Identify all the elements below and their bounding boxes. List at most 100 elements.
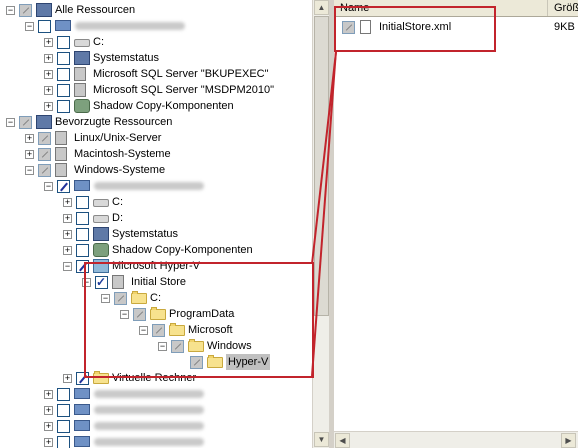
list-item-size: 9KB bbox=[554, 21, 575, 33]
scroll-left-button[interactable]: ◀ bbox=[335, 433, 350, 448]
scroll-thumb[interactable] bbox=[314, 16, 329, 316]
tree-node-checkbox[interactable] bbox=[76, 228, 89, 241]
scroll-down-button[interactable]: ▼ bbox=[314, 432, 329, 447]
tree-node-label[interactable]: Systemstatus bbox=[93, 50, 159, 66]
tree-node[interactable]: + bbox=[0, 402, 312, 418]
tree-node-checkbox[interactable] bbox=[19, 4, 32, 17]
expand-icon[interactable]: + bbox=[63, 230, 72, 239]
expand-icon[interactable]: + bbox=[63, 246, 72, 255]
tree-node-checkbox[interactable] bbox=[38, 132, 51, 145]
expand-icon[interactable]: + bbox=[44, 54, 53, 63]
tree-node-checkbox[interactable] bbox=[57, 180, 70, 193]
expand-icon[interactable]: + bbox=[44, 38, 53, 47]
tree-node[interactable]: + bbox=[0, 418, 312, 434]
tree-node-label[interactable]: Microsoft SQL Server "MSDPM2010" bbox=[93, 82, 274, 98]
tree-node-checkbox[interactable] bbox=[19, 116, 32, 129]
tree-node-checkbox[interactable] bbox=[76, 212, 89, 225]
expand-icon[interactable]: + bbox=[63, 374, 72, 383]
collapse-icon[interactable]: − bbox=[25, 22, 34, 31]
drive-icon bbox=[93, 199, 109, 207]
expand-icon[interactable]: + bbox=[63, 198, 72, 207]
collapse-icon[interactable]: − bbox=[6, 6, 15, 15]
tree-node[interactable]: + Shadow Copy-Komponenten bbox=[0, 242, 312, 258]
tree-node[interactable]: − Bevorzugte Ressourcen bbox=[0, 114, 312, 130]
tree-node-label[interactable]: C: bbox=[93, 34, 104, 50]
collapse-icon[interactable]: − bbox=[63, 262, 72, 271]
tree-node[interactable]: − bbox=[0, 18, 312, 34]
tree-node-label[interactable]: Windows-Systeme bbox=[74, 162, 165, 178]
tree-node[interactable]: + Macintosh-Systeme bbox=[0, 146, 312, 162]
computer-icon bbox=[74, 180, 90, 191]
tree-node-label[interactable]: C: bbox=[112, 194, 123, 210]
column-header-size[interactable]: Größe bbox=[548, 0, 578, 16]
tree-node-label[interactable]: Shadow Copy-Komponenten bbox=[93, 98, 234, 114]
tree-node[interactable]: + C: bbox=[0, 194, 312, 210]
tree-node-checkbox[interactable] bbox=[57, 84, 70, 97]
tree-node-label[interactable]: Shadow Copy-Komponenten bbox=[112, 242, 253, 258]
expand-icon[interactable]: + bbox=[25, 150, 34, 159]
tree-node-checkbox[interactable] bbox=[57, 52, 70, 65]
expand-icon[interactable]: + bbox=[44, 102, 53, 111]
redacted-label bbox=[94, 422, 204, 430]
highlight-box-file bbox=[334, 6, 496, 52]
expand-icon[interactable]: + bbox=[44, 438, 53, 447]
tree-node[interactable]: + Systemstatus bbox=[0, 50, 312, 66]
drive-icon bbox=[93, 215, 109, 223]
expand-icon[interactable]: + bbox=[63, 214, 72, 223]
tree-node[interactable]: + bbox=[0, 386, 312, 402]
tree-node[interactable]: + D: bbox=[0, 210, 312, 226]
tree-node[interactable]: − Alle Ressourcen bbox=[0, 2, 312, 18]
tree-node-label[interactable]: Microsoft SQL Server "BKUPEXEC" bbox=[93, 66, 269, 82]
tree-node-checkbox[interactable] bbox=[38, 164, 51, 177]
expand-icon[interactable]: + bbox=[44, 70, 53, 79]
tree-node-label[interactable]: D: bbox=[112, 210, 123, 226]
expand-icon[interactable]: + bbox=[44, 422, 53, 431]
tree-node[interactable]: + C: bbox=[0, 34, 312, 50]
tree-node-checkbox[interactable] bbox=[38, 148, 51, 161]
expand-icon[interactable]: + bbox=[25, 134, 34, 143]
tree-node-checkbox[interactable] bbox=[57, 388, 70, 401]
tree-node-label[interactable]: Macintosh-Systeme bbox=[74, 146, 171, 162]
tree-node-checkbox[interactable] bbox=[57, 68, 70, 81]
scroll-right-button[interactable]: ▶ bbox=[561, 433, 576, 448]
computer-icon bbox=[74, 436, 90, 447]
tree-node-checkbox[interactable] bbox=[57, 100, 70, 113]
tree-node[interactable]: + bbox=[0, 434, 312, 448]
tree-node-label[interactable]: Systemstatus bbox=[112, 226, 178, 242]
highlight-box-tree bbox=[84, 262, 314, 378]
system-state-icon bbox=[74, 51, 90, 65]
tree-node-checkbox[interactable] bbox=[57, 436, 70, 448]
computer-icon bbox=[74, 420, 90, 431]
tree-node-checkbox[interactable] bbox=[76, 244, 89, 257]
tree-node[interactable]: + Shadow Copy-Komponenten bbox=[0, 98, 312, 114]
drive-icon bbox=[74, 39, 90, 47]
tree-node[interactable]: − Windows-Systeme bbox=[0, 162, 312, 178]
collapse-icon[interactable]: − bbox=[44, 182, 53, 191]
tree-node-label[interactable]: Bevorzugte Ressourcen bbox=[55, 114, 172, 130]
tree-node[interactable]: + Systemstatus bbox=[0, 226, 312, 242]
tree-node-checkbox[interactable] bbox=[57, 420, 70, 433]
scroll-up-button[interactable]: ▲ bbox=[314, 0, 329, 15]
expand-icon[interactable]: + bbox=[44, 86, 53, 95]
computer-icon bbox=[74, 388, 90, 399]
tree-node-checkbox[interactable] bbox=[76, 196, 89, 209]
collapse-icon[interactable]: − bbox=[25, 166, 34, 175]
tree-node[interactable]: + Linux/Unix-Server bbox=[0, 130, 312, 146]
tree-node[interactable]: + Microsoft SQL Server "MSDPM2010" bbox=[0, 82, 312, 98]
tree-node[interactable]: − bbox=[0, 178, 312, 194]
tree-vertical-scrollbar[interactable]: ▲ ▼ bbox=[312, 0, 329, 448]
tree-node-checkbox[interactable] bbox=[38, 20, 51, 33]
tree-node[interactable]: + Microsoft SQL Server "BKUPEXEC" bbox=[0, 66, 312, 82]
collapse-icon[interactable]: − bbox=[6, 118, 15, 127]
shadow-copy-icon bbox=[93, 243, 109, 257]
redacted-label bbox=[75, 22, 185, 30]
resource-tree[interactable]: − Alle Ressourcen − + C: + Systemstatus + Micros… bbox=[0, 0, 312, 448]
tree-node-checkbox[interactable] bbox=[57, 404, 70, 417]
expand-icon[interactable]: + bbox=[44, 390, 53, 399]
tree-node-checkbox[interactable] bbox=[57, 36, 70, 49]
tree-node-label[interactable]: Alle Ressourcen bbox=[55, 2, 135, 18]
tree-node-label[interactable]: Linux/Unix-Server bbox=[74, 130, 161, 146]
expand-icon[interactable]: + bbox=[44, 406, 53, 415]
computer-icon bbox=[55, 20, 71, 31]
list-horizontal-scrollbar[interactable]: ◀ ▶ bbox=[334, 431, 578, 448]
